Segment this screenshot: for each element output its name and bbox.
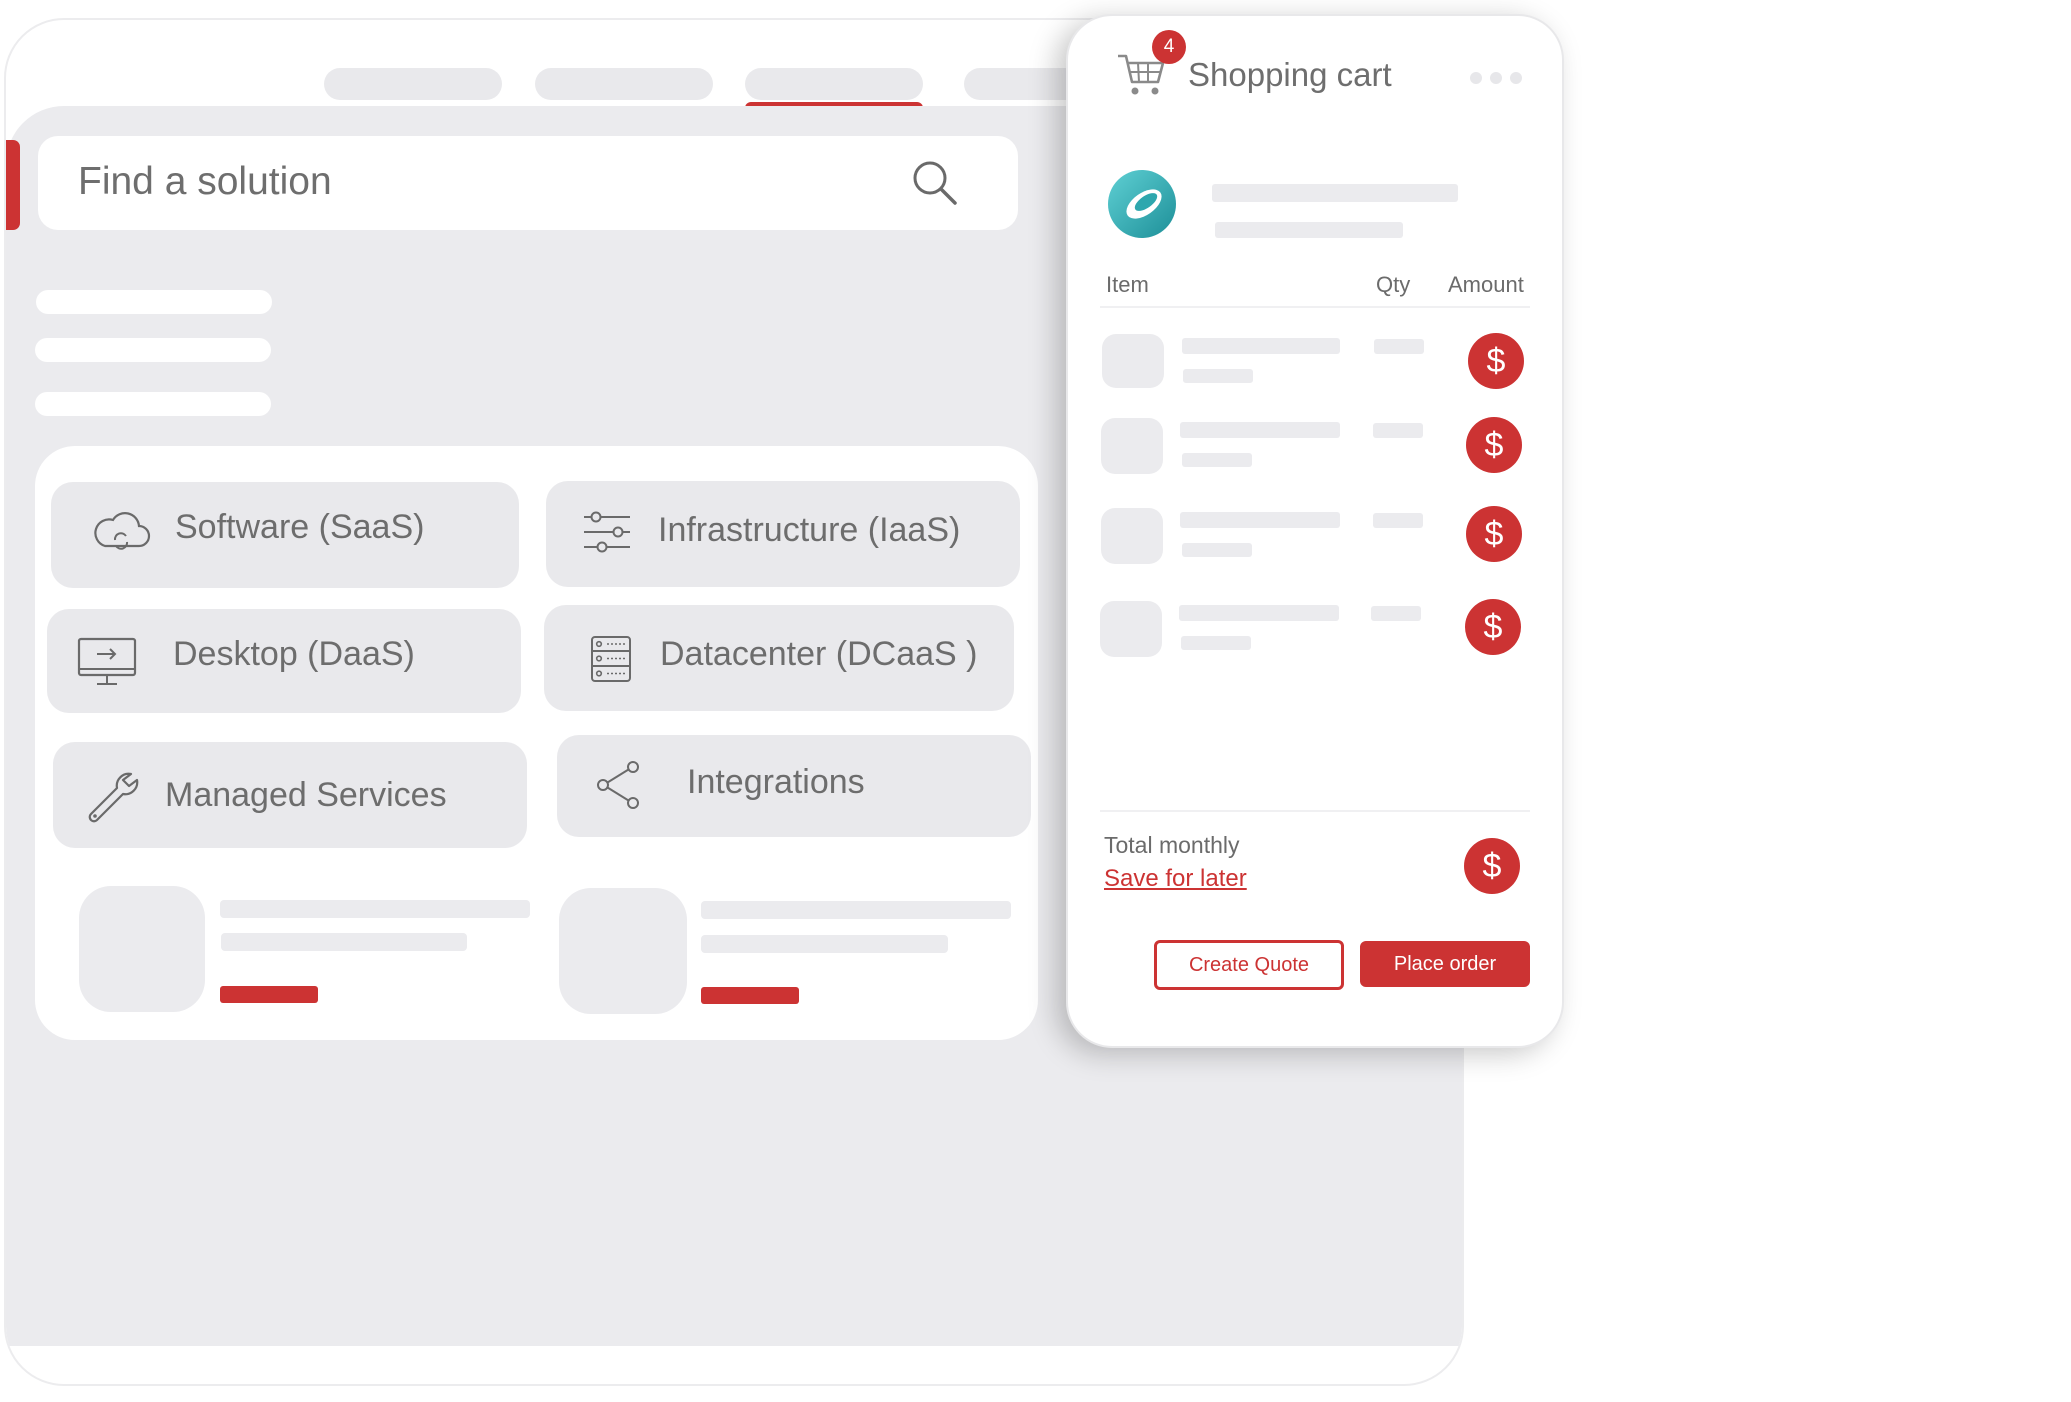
category-integrations[interactable]: Integrations [557,735,1031,837]
nav-tab-3-active[interactable] [745,68,923,100]
product-thumbnail[interactable] [559,888,687,1014]
column-header-item: Item [1106,272,1149,297]
nav-tab-2[interactable] [535,68,713,100]
search-placeholder: Find a solution [78,160,332,203]
create-quote-button[interactable]: Create Quote [1154,940,1344,990]
cart-item-name-placeholder [1180,512,1340,528]
category-infrastructure-iaas[interactable]: Infrastructure (IaaS) [546,481,1020,587]
amount-dollar-icon: $ [1465,599,1521,655]
shopping-cart-panel: 4 Shopping cart Item Qty Amount $ $ $ $ [1066,14,1564,1048]
product-title-placeholder [220,900,530,918]
cart-item-name-placeholder [1182,338,1340,354]
cart-item-detail-placeholder [1181,636,1251,650]
cart-item-qty-placeholder [1373,423,1423,438]
product-subtitle-placeholder [701,935,948,953]
total-monthly-label: Total monthly [1104,832,1240,858]
monitor-icon [77,637,137,685]
total-divider [1100,810,1530,812]
cart-count-badge: 4 [1152,30,1186,64]
filter-placeholder[interactable] [36,290,272,314]
category-software-saas[interactable]: Software (SaaS) [51,482,519,588]
cart-item-name-placeholder [1179,605,1339,621]
wrench-icon [88,772,139,823]
more-options-icon[interactable] [1470,72,1522,84]
search-input[interactable]: Find a solution [38,136,1018,230]
category-label: Software (SaaS) [175,508,425,546]
column-header-amount: Amount [1448,272,1524,297]
vendor-detail-placeholder [1215,222,1403,238]
product-thumbnail[interactable] [79,886,205,1012]
cart-item-thumbnail[interactable] [1100,601,1162,657]
cart-item-detail-placeholder [1182,453,1252,467]
filter-placeholder[interactable] [35,338,271,362]
category-label: Desktop (DaaS) [173,635,415,673]
category-desktop-daas[interactable]: Desktop (DaaS) [47,609,521,713]
sidebar-accent [6,140,20,230]
cart-item-qty-placeholder [1371,606,1421,621]
header-divider [1100,306,1530,308]
product-price-placeholder [220,986,318,1003]
place-order-button[interactable]: Place order [1360,941,1530,987]
nav-tab-1[interactable] [324,68,502,100]
cart-item-name-placeholder [1180,422,1340,438]
cart-item-detail-placeholder [1182,543,1252,557]
cart-item-thumbnail[interactable] [1102,334,1164,388]
server-rack-icon [591,636,631,682]
product-subtitle-placeholder [221,933,467,951]
product-title-placeholder [701,901,1011,919]
cart-item-detail-placeholder [1183,369,1253,383]
cart-item-thumbnail[interactable] [1101,508,1163,564]
vendor-logo [1108,170,1176,238]
cart-item-thumbnail[interactable] [1101,418,1163,474]
amount-dollar-icon: $ [1466,506,1522,562]
category-datacenter-dcaas[interactable]: Datacenter (DCaaS ) [544,605,1014,711]
save-for-later-link[interactable]: Save for later [1104,865,1247,893]
category-managed-services[interactable]: Managed Services [53,742,527,848]
category-label: Integrations [687,763,865,801]
share-icon [597,761,639,809]
product-price-placeholder [701,987,799,1004]
cart-item-qty-placeholder [1374,339,1424,354]
category-label: Managed Services [165,776,447,814]
sliders-icon [584,511,630,553]
cloud-sync-icon [94,512,151,550]
category-panel: Software (SaaS) Infrastructure (IaaS) De… [35,446,1038,1040]
category-label: Infrastructure (IaaS) [658,511,961,549]
cart-title: Shopping cart [1188,56,1392,93]
cart-item-qty-placeholder [1373,513,1423,528]
amount-dollar-icon: $ [1466,417,1522,473]
column-header-qty: Qty [1376,272,1411,297]
category-label: Datacenter (DCaaS ) [660,635,978,673]
filter-placeholder[interactable] [35,392,271,416]
vendor-name-placeholder [1212,184,1458,202]
amount-dollar-icon: $ [1468,333,1524,389]
total-amount-dollar-icon: $ [1464,838,1520,894]
search-icon[interactable] [910,158,958,206]
